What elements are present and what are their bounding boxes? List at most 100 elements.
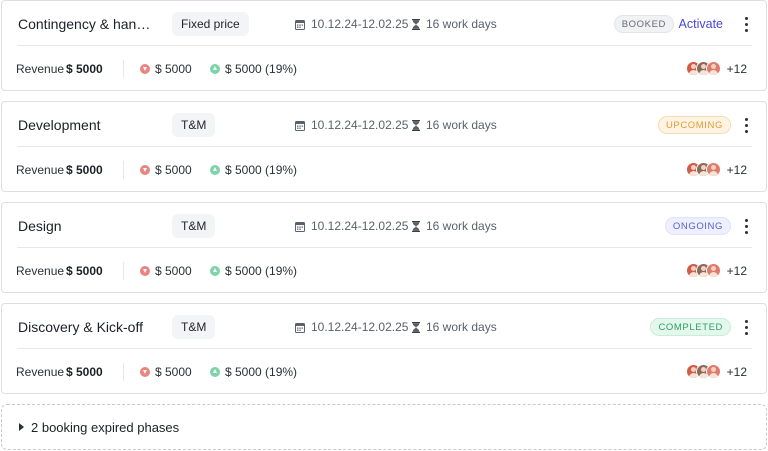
cost-text: $ 5000 <box>155 263 192 278</box>
team-avatars[interactable]: +12 <box>685 162 747 177</box>
phase-duration: 16 work days <box>412 219 497 233</box>
avatar <box>705 364 721 379</box>
revenue-label: Revenue <box>16 263 65 278</box>
calendar-icon <box>295 120 305 131</box>
cost-text: $ 5000 <box>155 61 192 76</box>
margin-text: $ 5000 (19%) <box>225 364 298 379</box>
revenue-value: $ 5000 <box>66 162 103 177</box>
phase-name[interactable]: Discovery & Kick-off <box>18 319 158 335</box>
divider <box>17 146 752 147</box>
billing-type-chip: T&M <box>172 214 216 238</box>
divider <box>17 45 752 46</box>
dates-text: 10.12.24-12.02.25 <box>311 320 409 334</box>
cost-value: $ 5000 <box>140 163 192 177</box>
billing-type-chip: Fixed price <box>172 12 249 36</box>
phase-dates: 10.12.24-12.02.25 <box>295 17 408 31</box>
billing-type-chip: T&M <box>172 315 216 339</box>
phase-card: Contingency & hand-... Fixed price 10.12… <box>1 0 767 91</box>
revenue-value: $ 5000 <box>66 263 103 278</box>
kebab-menu-icon[interactable] <box>740 14 752 34</box>
revenue-value: $ 5000 <box>66 61 103 76</box>
kebab-menu-icon[interactable] <box>740 317 752 337</box>
arrow-down-circle-icon <box>140 164 150 175</box>
team-avatars[interactable]: +12 <box>685 61 747 76</box>
duration-text: 16 work days <box>426 320 497 334</box>
dates-text: 10.12.24-12.02.25 <box>311 118 409 132</box>
duration-text: 16 work days <box>426 219 497 233</box>
hourglass-icon <box>412 18 420 30</box>
cost-value: $ 5000 <box>140 264 192 278</box>
phase-header: Design T&M 10.12.24-12.02.25 16 work day… <box>2 203 766 249</box>
vertical-divider <box>123 262 124 280</box>
team-extra-count: +12 <box>726 162 747 177</box>
arrow-up-circle-icon <box>210 265 220 276</box>
phase-header: Development T&M 10.12.24-12.02.25 16 wor… <box>2 102 766 148</box>
revenue-label: Revenue <box>16 162 65 177</box>
phase-card: Development T&M 10.12.24-12.02.25 16 wor… <box>1 101 767 192</box>
calendar-icon <box>295 221 305 232</box>
calendar-icon <box>295 19 305 30</box>
duration-text: 16 work days <box>426 118 497 132</box>
duration-text: 16 work days <box>426 17 497 31</box>
margin-value: $ 5000 (19%) <box>210 163 297 177</box>
phase-dates: 10.12.24-12.02.25 <box>295 118 408 132</box>
avatar <box>705 162 721 177</box>
team-extra-count: +12 <box>726 364 747 379</box>
phase-financials: Revenue $ 5000 $ 5000 $ 5000 (19%) +12 <box>2 148 766 191</box>
vertical-divider <box>123 363 124 381</box>
phase-financials: Revenue $ 5000 $ 5000 $ 5000 (19%) +12 <box>2 350 766 393</box>
phase-financials: Revenue $ 5000 $ 5000 $ 5000 (19%) +12 <box>2 47 766 90</box>
cost-value: $ 5000 <box>140 365 192 379</box>
arrow-down-circle-icon <box>140 366 150 377</box>
divider <box>17 247 752 248</box>
revenue-value: $ 5000 <box>66 364 103 379</box>
avatar <box>705 263 721 278</box>
cost-value: $ 5000 <box>140 62 192 76</box>
phase-name[interactable]: Contingency & hand-... <box>18 16 158 32</box>
team-avatars[interactable]: +12 <box>685 263 747 278</box>
margin-text: $ 5000 (19%) <box>225 263 298 278</box>
cost-text: $ 5000 <box>155 162 192 177</box>
revenue-label: Revenue <box>16 364 65 379</box>
status-badge: ONGOING <box>664 217 731 235</box>
divider <box>17 348 752 349</box>
dates-text: 10.12.24-12.02.25 <box>311 219 409 233</box>
phase-card: Design T&M 10.12.24-12.02.25 16 work day… <box>1 202 767 293</box>
phase-header: Contingency & hand-... Fixed price 10.12… <box>2 1 766 47</box>
kebab-menu-icon[interactable] <box>740 216 752 236</box>
expired-phases-toggle[interactable]: 2 booking expired phases <box>1 404 767 450</box>
phase-duration: 16 work days <box>412 17 497 31</box>
phase-header: Discovery & Kick-off T&M 10.12.24-12.02.… <box>2 304 766 350</box>
status-badge: UPCOMING <box>657 116 731 134</box>
vertical-divider <box>123 161 124 179</box>
phase-dates: 10.12.24-12.02.25 <box>295 219 408 233</box>
phase-name[interactable]: Design <box>18 218 158 234</box>
revenue-label: Revenue <box>16 61 65 76</box>
arrow-up-circle-icon <box>210 63 220 74</box>
activate-link[interactable]: Activate <box>679 17 723 31</box>
margin-value: $ 5000 (19%) <box>210 62 297 76</box>
phase-card: Discovery & Kick-off T&M 10.12.24-12.02.… <box>1 303 767 394</box>
kebab-menu-icon[interactable] <box>740 115 752 135</box>
phase-duration: 16 work days <box>412 118 497 132</box>
hourglass-icon <box>412 119 420 131</box>
phase-name[interactable]: Development <box>18 117 158 133</box>
arrow-up-circle-icon <box>210 366 220 377</box>
phase-dates: 10.12.24-12.02.25 <box>295 320 408 334</box>
hourglass-icon <box>412 321 420 333</box>
arrow-down-circle-icon <box>140 265 150 276</box>
margin-text: $ 5000 (19%) <box>225 61 298 76</box>
phase-financials: Revenue $ 5000 $ 5000 $ 5000 (19%) +12 <box>2 249 766 292</box>
caret-right-icon <box>19 423 24 431</box>
margin-value: $ 5000 (19%) <box>210 365 297 379</box>
team-extra-count: +12 <box>726 61 747 76</box>
vertical-divider <box>123 60 124 78</box>
dates-text: 10.12.24-12.02.25 <box>311 17 409 31</box>
arrow-up-circle-icon <box>210 164 220 175</box>
margin-value: $ 5000 (19%) <box>210 264 297 278</box>
team-avatars[interactable]: +12 <box>685 364 747 379</box>
arrow-down-circle-icon <box>140 63 150 74</box>
status-badge: COMPLETED <box>650 318 731 336</box>
status-badge: BOOKED <box>613 15 674 33</box>
billing-type-chip: T&M <box>172 113 216 137</box>
